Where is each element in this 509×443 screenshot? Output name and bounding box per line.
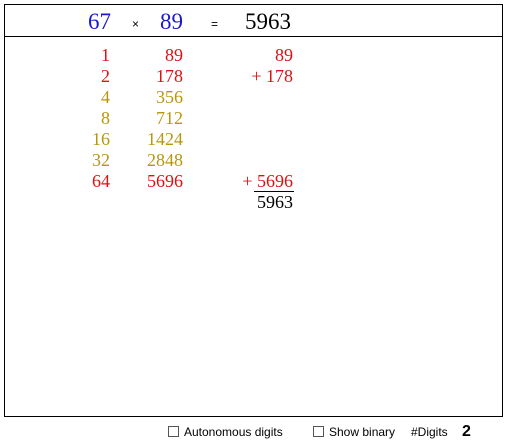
power-1: 1 — [101, 45, 110, 65]
multiplicand: 67 — [88, 9, 111, 34]
value-1: 89 — [165, 45, 183, 65]
multiplication-panel: 67 × 89 = 5963 1 89 89 2 178 + 178 4 356… — [4, 4, 503, 417]
partial-1: 89 — [275, 45, 293, 65]
times-symbol: × — [132, 17, 140, 31]
product: 5963 — [245, 9, 291, 34]
sum-total: 5963 — [257, 192, 293, 212]
power-32: 32 — [92, 150, 110, 170]
footer-controls: Autonomous digits Show binary #Digits 2 — [0, 423, 509, 441]
value-8: 712 — [156, 108, 183, 128]
multiplier: 89 — [160, 9, 183, 34]
partial-2: + 178 — [251, 66, 293, 86]
digits-label: #Digits — [411, 425, 448, 439]
digits-value[interactable]: 2 — [462, 423, 471, 441]
header-divider — [5, 36, 502, 37]
power-8: 8 — [101, 108, 110, 128]
autonomous-digits-label[interactable]: Autonomous digits — [184, 425, 283, 439]
value-16: 1424 — [147, 129, 183, 149]
value-64: 5696 — [147, 171, 183, 191]
power-16: 16 — [92, 129, 110, 149]
equals-symbol: = — [211, 17, 219, 31]
power-4: 4 — [101, 87, 110, 107]
value-2: 178 — [156, 66, 183, 86]
show-binary-label[interactable]: Show binary — [329, 425, 395, 439]
power-64: 64 — [92, 171, 110, 191]
show-binary-checkbox[interactable] — [313, 426, 324, 437]
value-32: 2848 — [147, 150, 183, 170]
autonomous-digits-checkbox[interactable] — [168, 426, 179, 437]
partial-64: + 5696 — [242, 171, 293, 191]
value-4: 356 — [156, 87, 183, 107]
power-2: 2 — [101, 66, 110, 86]
